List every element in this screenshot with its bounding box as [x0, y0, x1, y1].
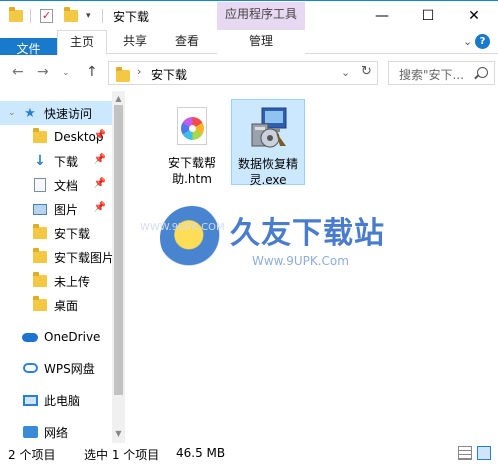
title-bar: ✓ ▾ 安下载 应用程序工具 — ☐ ✕ [0, 0, 498, 31]
status-bar: 2 个项目 选中 1 个项目 46.5 MB [0, 443, 498, 466]
file-list[interactable]: 安下载帮 助.htm 数据恢复精 灵.exe WWW.9UPK.COM 久友下载… [125, 91, 498, 443]
nav-label: 安下载 [54, 226, 91, 241]
nav-label: 安下载图片 [54, 250, 112, 265]
divider [102, 9, 103, 23]
back-icon[interactable]: ← [12, 64, 24, 80]
file-item-help-htm[interactable]: 安下载帮 助.htm [155, 99, 229, 186]
scroll-thumb[interactable] [114, 105, 123, 395]
nav-label: OneDrive [44, 330, 101, 344]
watermark-logo-icon [160, 206, 224, 270]
pin-icon[interactable]: 📌 [94, 202, 106, 213]
nav-label: 快速访问 [44, 106, 93, 121]
recent-locations-icon[interactable]: ⌄ [62, 68, 70, 78]
download-icon: ↓ [34, 153, 46, 169]
chevron-down-icon[interactable]: ⌄ [8, 108, 16, 118]
wps-cloud-icon [22, 360, 38, 376]
nav-label: 文档 [54, 178, 79, 193]
tab-view[interactable]: 查看 [162, 30, 212, 54]
expand-ribbon-icon[interactable]: ⌄ [463, 35, 472, 48]
nav-item-desktop-cn[interactable]: 桌面 [0, 293, 112, 317]
file-name: 数据恢复精 灵.exe [237, 157, 298, 187]
cloud-icon [22, 329, 38, 345]
scroll-down-icon[interactable]: ▼ [112, 429, 125, 438]
folder-icon [32, 248, 48, 265]
context-tab-label: 应用程序工具 [217, 2, 305, 31]
star-icon: ★ [24, 105, 36, 121]
nav-label: 未上传 [54, 274, 91, 289]
nav-item-desktop[interactable]: Desktop 📌 [0, 125, 112, 149]
forward-icon[interactable]: → [37, 64, 49, 80]
nav-item-pictures[interactable]: 图片 📌 [0, 197, 112, 221]
nav-label: 图片 [54, 202, 79, 217]
file-name: 安下载帮 助.htm [167, 156, 216, 186]
tab-share[interactable]: 共享 [110, 30, 160, 54]
nav-item-not-uploaded[interactable]: 未上传 [0, 269, 112, 293]
htm-file-icon [177, 107, 207, 145]
ribbon-tabs: 文件 主页 共享 查看 管理 [0, 30, 498, 124]
search-icon[interactable] [477, 67, 488, 78]
nav-label: 下载 [54, 154, 79, 169]
folder-icon [116, 67, 130, 82]
nav-label: 此电脑 [44, 393, 81, 408]
pin-icon[interactable]: 📌 [94, 154, 106, 165]
nav-item-anxiazai[interactable]: 安下载 [0, 221, 112, 245]
close-button[interactable]: ✕ [451, 2, 497, 30]
picture-icon [32, 201, 48, 217]
nav-quick-access[interactable]: ⌄ ★ 快速访问 [0, 101, 112, 125]
chevron-right-icon[interactable]: › [137, 65, 141, 78]
document-icon [32, 177, 48, 193]
watermark-small-text: WWW.9UPK.COM [140, 222, 225, 233]
folder-icon [32, 296, 48, 313]
properties-icon[interactable]: ✓ [40, 7, 53, 25]
installer-icon [251, 107, 287, 148]
divider [30, 9, 31, 23]
watermark: WWW.9UPK.COM 久友下载站 Www.9UPK.Com [140, 206, 490, 281]
new-folder-icon[interactable] [64, 7, 78, 25]
nav-this-pc[interactable]: 此电脑 [0, 388, 112, 412]
search-input[interactable]: 搜索"安下... [399, 66, 467, 83]
nav-item-documents[interactable]: 文档 📌 [0, 173, 112, 197]
address-path[interactable]: 安下载 [151, 66, 187, 83]
folder-icon [32, 272, 48, 289]
nav-scrollbar[interactable]: ▲ ▼ [112, 91, 125, 443]
nav-item-anxiazai-pictures[interactable]: 安下载图片 [0, 245, 112, 269]
chevron-down-icon[interactable]: ⌄ [341, 66, 350, 79]
watermark-title: 久友下载站 [230, 216, 385, 251]
selection-size: 46.5 MB [176, 446, 226, 460]
folder-icon [32, 128, 48, 145]
nav-label: WPS网盘 [44, 361, 95, 376]
watermark-url: Www.9UPK.Com [252, 254, 349, 268]
window-title: 安下载 [113, 10, 150, 24]
help-icon[interactable]: ? [475, 34, 490, 49]
nav-onedrive[interactable]: OneDrive [0, 325, 112, 349]
network-icon [22, 424, 38, 440]
maximize-button[interactable]: ☐ [405, 2, 451, 30]
pin-icon[interactable]: 📌 [94, 178, 106, 189]
pin-icon[interactable]: 📌 [94, 130, 106, 141]
navigation-bar: ← → ⌄ ↑ › 安下载 ⌄ ↻ 搜索"安下... [0, 55, 498, 91]
scroll-up-icon[interactable]: ▲ [112, 94, 125, 103]
address-bar[interactable]: › 安下载 ⌄ ↻ [108, 61, 378, 85]
large-icons-view-icon[interactable] [477, 446, 491, 460]
selection-count: 选中 1 个项目 [84, 448, 160, 462]
search-box[interactable]: 搜索"安下... [388, 61, 495, 85]
item-count: 2 个项目 [8, 448, 56, 462]
tab-home[interactable]: 主页 [57, 30, 107, 55]
minimize-button[interactable]: — [359, 2, 405, 30]
navigation-pane: ⌄ ★ 快速访问 Desktop 📌 ↓ 下载 📌 文档 📌 图片 📌 安下载 … [0, 91, 125, 443]
details-view-icon[interactable] [458, 446, 472, 460]
nav-item-downloads[interactable]: ↓ 下载 📌 [0, 149, 112, 173]
up-icon[interactable]: ↑ [86, 64, 98, 80]
nav-network[interactable]: 网络 [0, 420, 112, 443]
nav-label: 桌面 [54, 298, 79, 313]
nav-label: 网络 [44, 425, 69, 440]
tab-manage[interactable]: 管理 [217, 30, 305, 54]
folder-icon [9, 7, 23, 25]
customize-toolbar-icon[interactable]: ▾ [86, 7, 91, 25]
refresh-icon[interactable]: ↻ [361, 64, 372, 79]
nav-wps-drive[interactable]: WPS网盘 [0, 356, 112, 380]
computer-icon [22, 392, 38, 408]
file-item-recovery-exe[interactable]: 数据恢复精 灵.exe [231, 99, 305, 187]
folder-icon [32, 224, 48, 241]
